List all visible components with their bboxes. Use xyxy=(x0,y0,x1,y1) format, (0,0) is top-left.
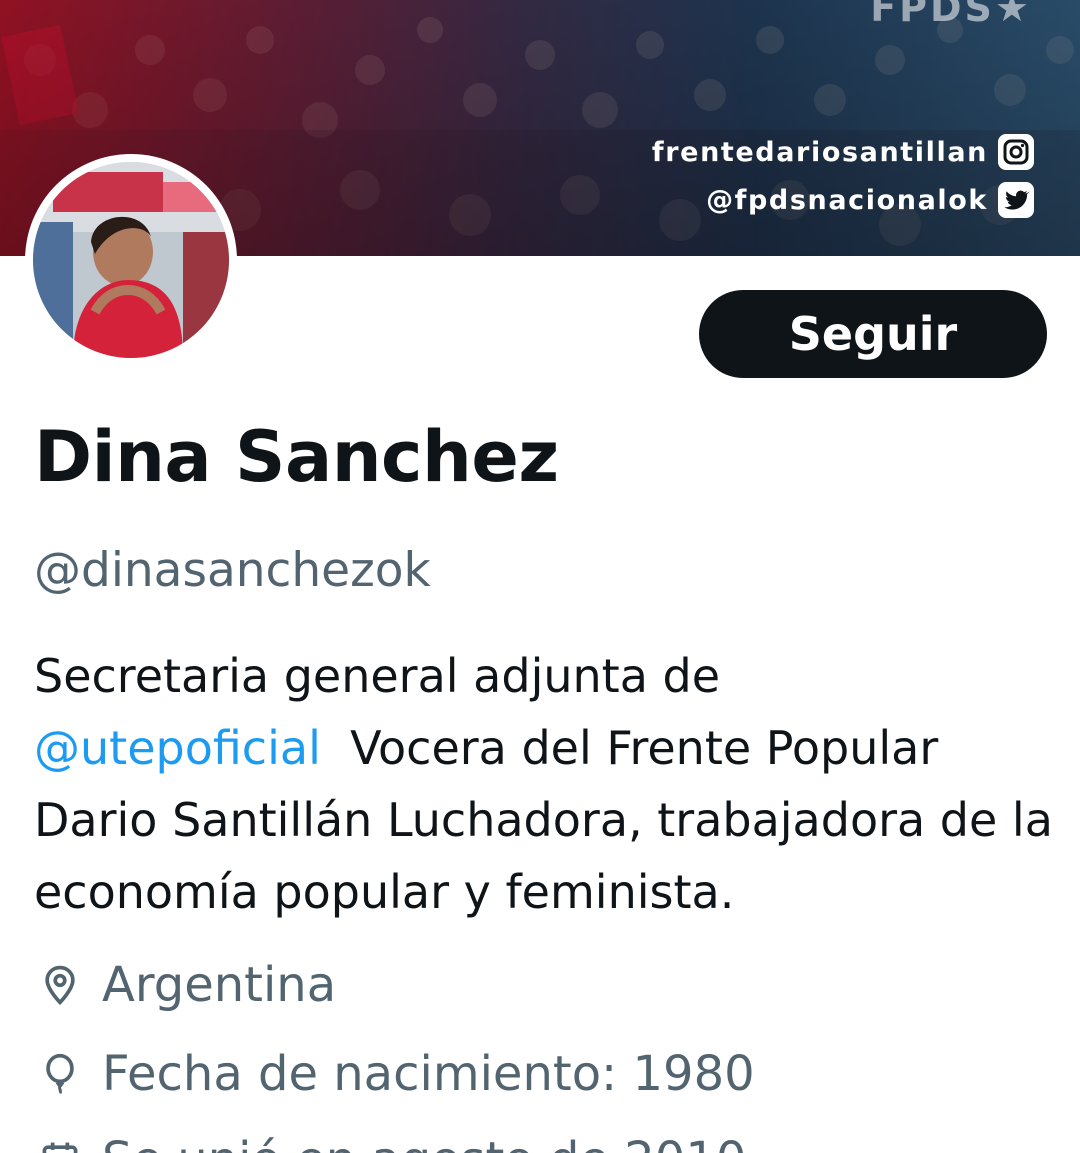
twitter-handle: @fpdsnacionalok xyxy=(706,184,988,216)
calendar-icon xyxy=(36,1136,84,1153)
profile-birthdate: Fecha de nacimiento: 1980 xyxy=(36,1046,755,1102)
banner-instagram-line: frentedariosantillan xyxy=(652,134,1034,170)
profile-page: FPDS★ frentedariosantillan @fpdsnacional… xyxy=(0,0,1080,1153)
avatar-photo xyxy=(33,162,229,358)
twitter-bird-icon xyxy=(998,182,1034,218)
location-pin-icon xyxy=(36,961,84,1009)
birthdate-text: Fecha de nacimiento: 1980 xyxy=(102,1046,755,1102)
profile-handle: @dinasanchezok xyxy=(34,543,431,598)
profile-display-name: Dina Sanchez xyxy=(34,416,559,498)
joined-text: Se unió en agosto de 2010 xyxy=(102,1132,746,1153)
banner-twitter-line: @fpdsnacionalok xyxy=(706,182,1034,218)
instagram-handle: frentedariosantillan xyxy=(651,136,988,168)
profile-avatar[interactable] xyxy=(25,154,237,366)
instagram-icon xyxy=(998,134,1034,170)
follow-button[interactable]: Seguir xyxy=(699,290,1047,378)
location-text: Argentina xyxy=(102,957,337,1013)
bio-mention-link[interactable]: @utepoficial xyxy=(34,721,321,775)
banner-logo: FPDS★ xyxy=(870,0,1032,30)
bio-text-start: Secretaria general adjunta de xyxy=(34,649,721,703)
balloon-icon xyxy=(36,1050,84,1098)
profile-joined-date: Se unió en agosto de 2010 xyxy=(36,1132,746,1153)
profile-location: Argentina xyxy=(36,957,336,1013)
profile-bio: Secretaria general adjunta de @utepoficia… xyxy=(34,640,1054,928)
